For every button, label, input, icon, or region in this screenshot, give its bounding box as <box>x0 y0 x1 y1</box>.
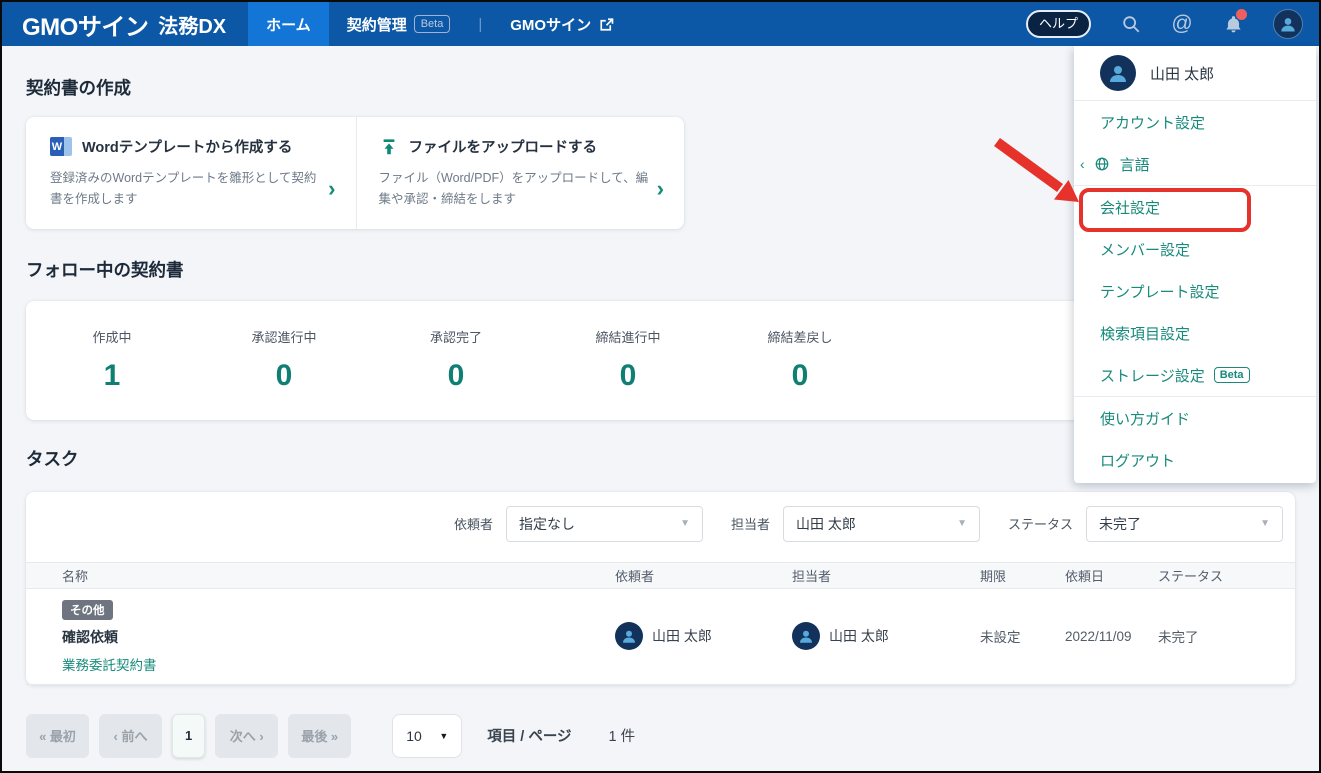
menu-item-storage-settings[interactable]: ストレージ設定 Beta <box>1074 354 1316 396</box>
external-link-icon <box>598 16 614 32</box>
card-description: ファイル（Word/PDF）をアップロードして、編集や承認・締結をします <box>379 168 655 211</box>
stat-in-creation: 作成中 1 <box>26 327 198 393</box>
filter-label-requester: 依頼者 <box>454 514 493 533</box>
assignee-name: 山田 太郎 <box>829 626 889 646</box>
menu-item-company-settings[interactable]: 会社設定 <box>1074 186 1316 228</box>
card-title: Wordテンプレートから作成する <box>82 136 292 157</box>
status-cell: 未完了 <box>1158 626 1295 646</box>
stat-approval-in-progress: 承認進行中 0 <box>198 327 370 393</box>
pagination-first-button[interactable]: « 最初 <box>26 714 89 758</box>
status-filter-select[interactable]: 未完了 ▼ <box>1086 506 1283 542</box>
pagination-bar: « 最初 ‹ 前へ 1 次へ › 最後 » 10 ▼ 項目 / ページ 1 件 <box>26 714 1295 758</box>
filter-label-assignee: 担当者 <box>731 514 770 533</box>
nav-tab-home[interactable]: ホーム <box>248 2 329 46</box>
beta-badge: Beta <box>414 15 451 33</box>
caret-down-icon: ▼ <box>957 518 967 529</box>
card-description: 登録済みのWordテンプレートを雛形として契約書を作成します <box>50 168 326 211</box>
filter-label-status: ステータス <box>1008 514 1073 533</box>
mentions-icon[interactable]: @ <box>1171 13 1193 35</box>
stat-conclusion-returned: 締結差戻し 0 <box>714 327 886 393</box>
notifications-bell-icon[interactable] <box>1222 13 1244 35</box>
column-header-deadline: 期限 <box>980 566 1065 585</box>
nav-separator: | <box>468 2 492 46</box>
task-title: 確認依頼 <box>62 627 615 647</box>
create-actions-card: W Wordテンプレートから作成する 登録済みのWordテンプレートを雛形として… <box>26 117 684 229</box>
requester-filter-select[interactable]: 指定なし ▼ <box>506 506 703 542</box>
requester-cell: 山田 太郎 <box>615 622 792 650</box>
menu-item-account-settings[interactable]: アカウント設定 <box>1074 101 1316 143</box>
app-header: GMOサイン 法務DX ホーム 契約管理 Beta | GMOサイン ヘルプ @ <box>2 2 1319 46</box>
column-header-request-date: 依頼日 <box>1065 566 1158 585</box>
requester-avatar <box>615 622 643 650</box>
task-filters: 依頼者 指定なし ▼ 担当者 山田 太郎 ▼ ステータス 未完了 ▼ <box>26 492 1295 562</box>
contract-link[interactable]: 業務委託契約書 <box>62 654 615 674</box>
nav-tab-gmosign-external[interactable]: GMOサイン <box>492 2 632 46</box>
caret-down-icon: ▼ <box>1260 518 1270 529</box>
beta-badge: Beta <box>1214 367 1250 383</box>
upload-icon <box>379 137 399 157</box>
menu-user-row: 山田 太郎 <box>1074 46 1316 100</box>
stat-approval-complete: 承認完了 0 <box>370 327 542 393</box>
category-badge: その他 <box>62 600 113 620</box>
request-date-cell: 2022/11/09 <box>1065 629 1158 644</box>
card-title: ファイルをアップロードする <box>409 136 598 157</box>
nav-tab-contract-management[interactable]: 契約管理 Beta <box>329 2 469 46</box>
column-header-status: ステータス <box>1158 566 1295 585</box>
menu-user-avatar <box>1100 55 1136 91</box>
globe-icon <box>1094 156 1111 173</box>
logo-houmu-dx: 法務DX <box>158 10 226 39</box>
user-dropdown-menu: 山田 太郎 アカウント設定 ‹ 言語 会社設定 メンバー設定 テンプレート設定 … <box>1074 46 1316 483</box>
upload-file-button[interactable]: ファイルをアップロードする ファイル（Word/PDF）をアップロードして、編集… <box>356 117 685 229</box>
deadline-cell: 未設定 <box>980 626 1065 646</box>
menu-item-usage-guide[interactable]: 使い方ガイド <box>1074 397 1316 439</box>
chevron-left-icon: ‹ <box>1080 157 1085 171</box>
task-table-header: 名称 依頼者 担当者 期限 依頼日 ステータス <box>26 562 1295 589</box>
menu-user-name: 山田 太郎 <box>1150 63 1214 84</box>
assignee-avatar <box>792 622 820 650</box>
menu-item-language[interactable]: ‹ 言語 <box>1074 143 1316 185</box>
assignee-cell: 山田 太郎 <box>792 622 980 650</box>
pagination-last-button[interactable]: 最後 » <box>288 714 351 758</box>
column-header-name: 名称 <box>26 566 615 585</box>
requester-name: 山田 太郎 <box>652 626 712 646</box>
app-logo[interactable]: GMOサイン 法務DX <box>2 2 248 46</box>
total-count-label: 1 件 <box>609 725 636 746</box>
page-size-select[interactable]: 10 ▼ <box>392 714 462 758</box>
stat-conclusion-in-progress: 締結進行中 0 <box>542 327 714 393</box>
menu-item-template-settings[interactable]: テンプレート設定 <box>1074 270 1316 312</box>
column-header-assignee: 担当者 <box>792 566 980 585</box>
search-icon[interactable] <box>1120 13 1142 35</box>
notification-dot <box>1236 9 1247 20</box>
chevron-right-icon: › <box>657 178 664 200</box>
caret-down-icon: ▼ <box>439 731 448 741</box>
help-button[interactable]: ヘルプ <box>1026 10 1091 38</box>
menu-item-member-settings[interactable]: メンバー設定 <box>1074 228 1316 270</box>
word-file-icon: W <box>50 137 72 156</box>
assignee-filter-select[interactable]: 山田 太郎 ▼ <box>783 506 980 542</box>
pagination-page-1-button[interactable]: 1 <box>172 714 205 758</box>
task-table-row[interactable]: その他 確認依頼 業務委託契約書 山田 太郎 山田 太郎 <box>26 589 1295 685</box>
menu-item-search-item-settings[interactable]: 検索項目設定 <box>1074 312 1316 354</box>
user-avatar-button[interactable] <box>1273 9 1303 39</box>
column-header-requester: 依頼者 <box>615 566 792 585</box>
pagination-next-button[interactable]: 次へ › <box>215 714 278 758</box>
header-spacer <box>632 2 1026 46</box>
tasks-card: 依頼者 指定なし ▼ 担当者 山田 太郎 ▼ ステータス 未完了 ▼ <box>26 492 1295 685</box>
create-from-word-template-button[interactable]: W Wordテンプレートから作成する 登録済みのWordテンプレートを雛形として… <box>26 117 356 229</box>
menu-item-logout[interactable]: ログアウト <box>1074 439 1316 481</box>
pagination-prev-button[interactable]: ‹ 前へ <box>99 714 162 758</box>
chevron-right-icon: › <box>328 178 335 200</box>
logo-gmosign: GMOサイン <box>22 7 148 42</box>
caret-down-icon: ▼ <box>680 518 690 529</box>
per-page-label: 項目 / ページ <box>487 725 571 746</box>
